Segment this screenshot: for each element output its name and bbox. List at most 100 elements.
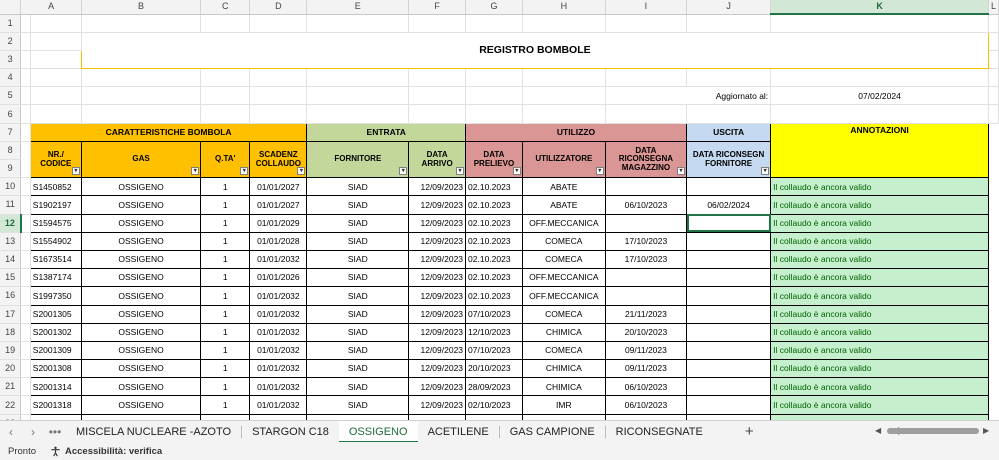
cell-annotazione[interactable]: Il collaudo è ancora valido — [770, 377, 989, 397]
cell-codice[interactable]: S2001305 — [29, 304, 82, 324]
cell[interactable] — [605, 104, 688, 124]
cell[interactable] — [465, 14, 523, 33]
worksheet-table[interactable]: A B C D E F G H I J K L 1 2 REGISTRO BOMBOLE 3 4 5 Aggiorn… — [0, 0, 999, 420]
cell-fornitore[interactable]: SIAD — [306, 286, 410, 306]
cell-annotazione[interactable]: Il collaudo è ancora valido — [770, 231, 989, 251]
row-header[interactable]: 10 — [0, 177, 22, 197]
cell-riconsegna-fornitore[interactable] — [686, 340, 772, 361]
row-header[interactable]: 13 — [0, 232, 22, 251]
cell-fornitore[interactable]: SIAD — [306, 195, 410, 215]
scrollbar-thumb[interactable] — [887, 428, 979, 434]
add-sheet-button[interactable]: + — [745, 423, 754, 440]
cell[interactable] — [200, 86, 251, 106]
cell[interactable] — [249, 68, 308, 88]
column-header[interactable]: C — [200, 0, 251, 15]
column-header[interactable]: A — [20, 0, 82, 15]
header-riconsegna-fornitore[interactable]: DATA RICONSEGN FORNITORE ▾ — [686, 140, 772, 179]
cell-gas[interactable]: OSSIGENO — [80, 395, 202, 415]
select-all-corner[interactable] — [0, 0, 22, 15]
cell[interactable] — [605, 68, 688, 88]
cell-annotazione[interactable]: Il collaudo è ancora valido — [770, 322, 989, 342]
cell-scadenza[interactable]: 01/01/2032 — [249, 359, 308, 379]
filter-dropdown-icon[interactable]: ▾ — [512, 167, 521, 176]
cell-data-arrivo[interactable]: 12/09/2023 — [408, 395, 467, 415]
cell[interactable] — [30, 50, 82, 70]
cell[interactable] — [20, 14, 31, 33]
scroll-right-icon[interactable]: ▶ — [983, 426, 989, 435]
group-utilizzo[interactable]: UTILIZZO — [465, 122, 688, 142]
cell-quantita[interactable]: 1 — [200, 213, 251, 233]
sheet-tab[interactable]: RICONSEGNATE — [606, 421, 713, 443]
cell-quantita[interactable]: 1 — [200, 177, 251, 197]
header-gas[interactable]: GAS ▾ — [80, 140, 202, 179]
cell[interactable] — [522, 104, 606, 124]
filter-dropdown-icon[interactable]: ▾ — [240, 167, 249, 176]
cell[interactable] — [465, 104, 523, 124]
cell[interactable] — [408, 14, 467, 33]
cell-riconsegna-fornitore[interactable] — [686, 177, 772, 197]
cell-utilizzatore[interactable]: ABATE — [521, 177, 606, 197]
cell-riconsegna-magazzino[interactable] — [604, 268, 688, 288]
cell-data-arrivo[interactable]: 12/09/2023 — [408, 213, 467, 233]
cell-data-prelievo[interactable]: 02.10.2023 — [465, 195, 523, 215]
row-header[interactable]: 15 — [0, 268, 22, 288]
cell-data-prelievo[interactable]: 02.10.2023 — [465, 268, 523, 288]
cell-data-prelievo[interactable]: 28/09/2023 — [465, 377, 523, 397]
cell-riconsegna-magazzino[interactable]: 09/11/2023 — [604, 340, 688, 361]
cell-quantita[interactable]: 1 — [200, 249, 251, 270]
cell-data-arrivo[interactable]: 12/09/2023 — [408, 195, 467, 215]
sheet-tab[interactable]: OSSIGENO — [338, 420, 418, 443]
cell-utilizzatore[interactable]: COMECA — [521, 231, 606, 251]
header-prelievo[interactable]: DATA PRELIEVO ▾ — [465, 140, 523, 179]
cell-gas[interactable]: OSSIGENO — [80, 340, 202, 361]
group-caratteristiche[interactable]: CARATTERISTICHE BOMBOLA — [29, 122, 308, 142]
cell-data-prelievo[interactable]: 20/10/2023 — [465, 359, 523, 379]
updated-label[interactable]: Aggiornato al: — [605, 86, 772, 106]
cell-data-prelievo[interactable]: 02/10/2023 — [465, 395, 523, 415]
cell-quantita[interactable]: 1 — [200, 304, 251, 324]
cell[interactable] — [988, 68, 999, 88]
cell-riconsegna-magazzino[interactable]: 20/10/2023 — [604, 322, 688, 342]
cell[interactable] — [81, 68, 202, 88]
header-arrivo[interactable]: DATA ARRIVO ▾ — [408, 140, 467, 179]
row-header[interactable]: 5 — [0, 86, 22, 106]
cell-riconsegna-magazzino[interactable]: 06/10/2023 — [604, 377, 688, 397]
cell-scadenza[interactable]: 01/01/2032 — [249, 377, 308, 397]
cell-scadenza[interactable]: 01/01/2032 — [249, 249, 308, 270]
cell-scadenza[interactable]: 01/01/2032 — [249, 322, 308, 342]
column-header[interactable]: L — [988, 0, 999, 15]
cell-quantita[interactable]: 1 — [200, 268, 251, 288]
cell[interactable] — [988, 86, 999, 106]
cell-fornitore[interactable]: SIAD — [306, 377, 410, 397]
cell-data-arrivo[interactable]: 12/09/2023 — [408, 377, 467, 397]
cell-gas[interactable]: OSSIGENO — [80, 231, 202, 251]
cell[interactable] — [20, 341, 31, 361]
column-header[interactable]: F — [408, 0, 467, 15]
cell[interactable] — [770, 104, 989, 124]
cell-scadenza[interactable]: 01/01/2027 — [249, 177, 308, 197]
cell-annotazione[interactable]: Il collaudo è ancora valido — [770, 249, 989, 270]
cell-scadenza[interactable]: 01/01/2032 — [249, 304, 308, 324]
row-header[interactable]: 14 — [0, 250, 22, 270]
row-header[interactable]: 12 — [0, 214, 22, 233]
cell[interactable] — [20, 123, 31, 142]
cell[interactable] — [20, 177, 31, 197]
cell[interactable] — [605, 14, 688, 33]
header-scadenza[interactable]: SCADENZ COLLAUDO ▾ — [249, 140, 308, 179]
cell[interactable] — [81, 86, 202, 106]
cell-riconsegna-fornitore[interactable] — [686, 304, 772, 324]
cell-quantita[interactable]: 1 — [200, 195, 251, 215]
header-riconsegna-magazzino[interactable]: DATA RICONSEGNA MAGAZZINO ▾ — [604, 140, 688, 179]
cell-quantita[interactable]: 1 — [200, 377, 251, 397]
cell-gas[interactable]: OSSIGENO — [80, 377, 202, 397]
cell-codice[interactable]: S1594575 — [29, 213, 82, 233]
cell[interactable] — [20, 214, 31, 233]
cell[interactable] — [20, 250, 31, 270]
row-header[interactable]: 18 — [0, 323, 22, 342]
row-header[interactable]: 21 — [0, 377, 22, 397]
cell[interactable] — [249, 86, 308, 106]
cell[interactable] — [20, 286, 31, 306]
row-header[interactable]: 16 — [0, 286, 22, 306]
column-header[interactable]: I — [605, 0, 688, 15]
cell-codice[interactable]: S1387174 — [29, 268, 82, 288]
